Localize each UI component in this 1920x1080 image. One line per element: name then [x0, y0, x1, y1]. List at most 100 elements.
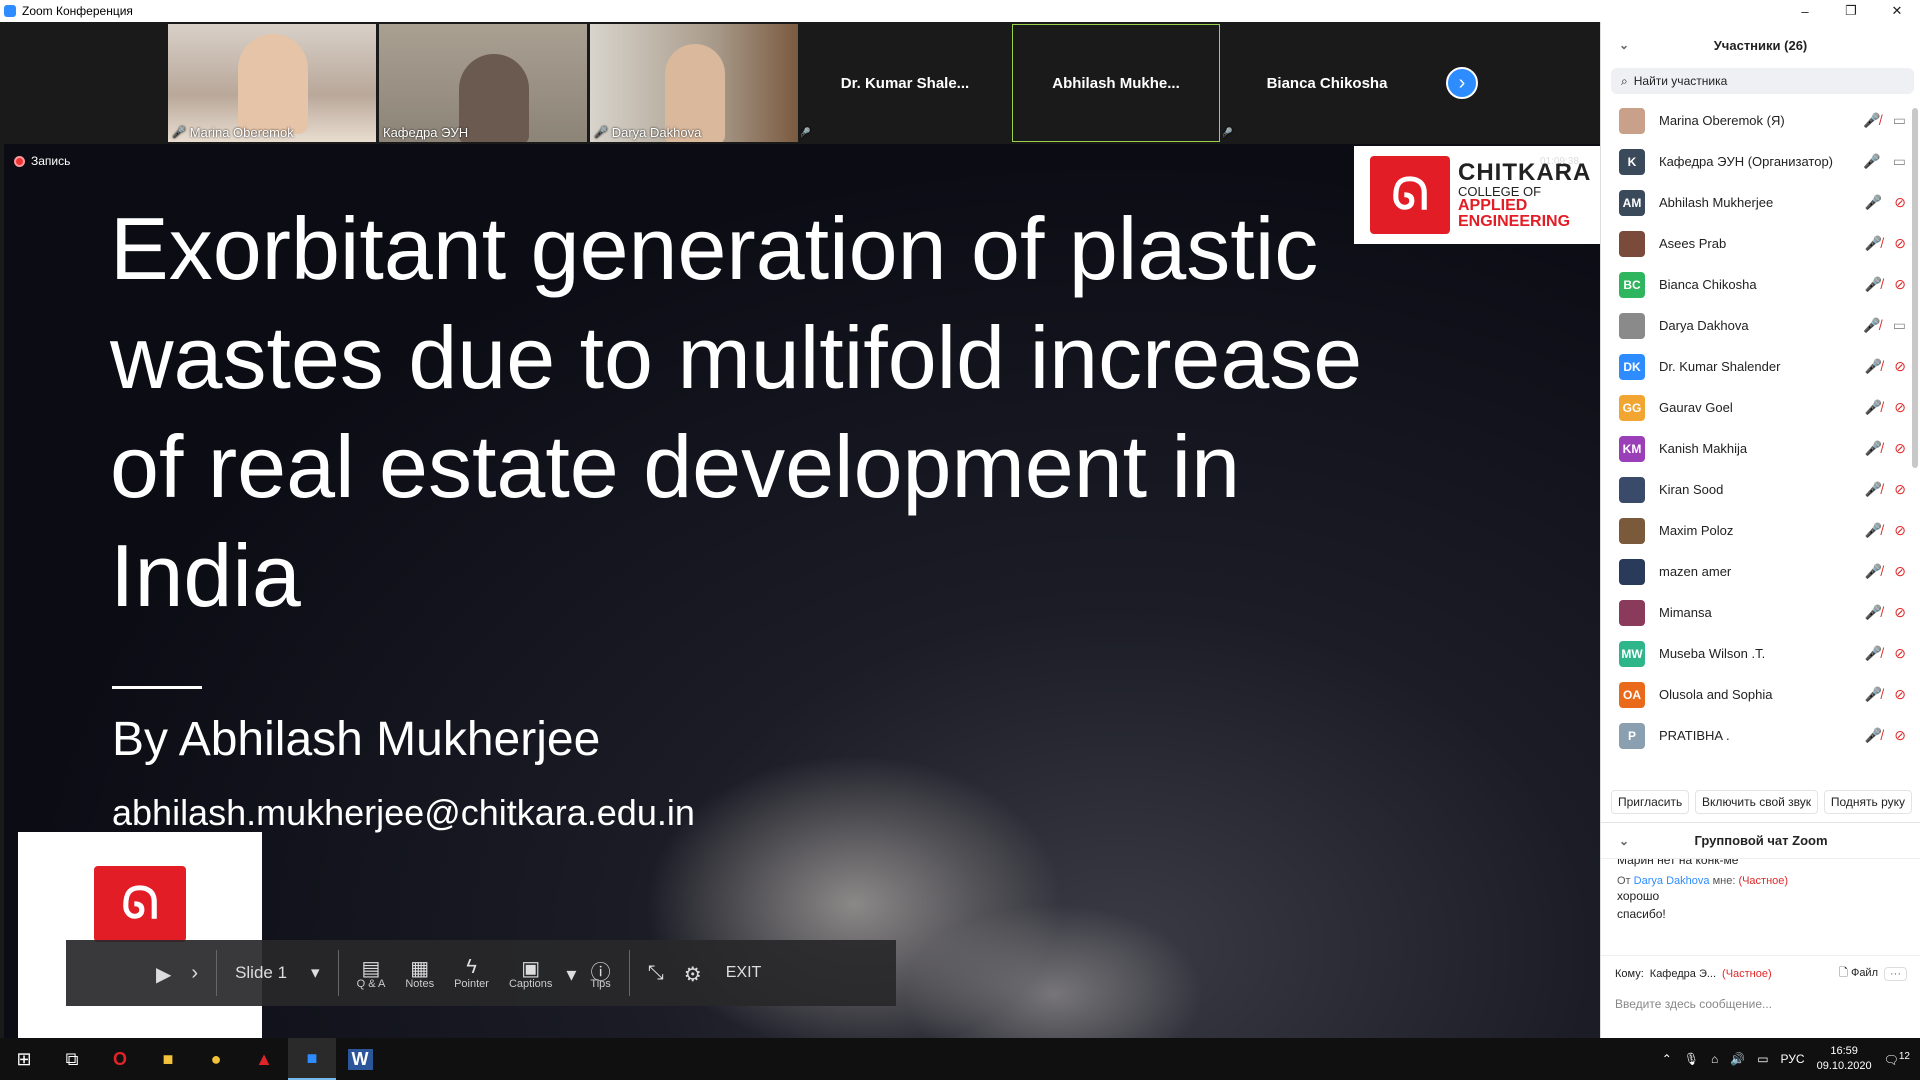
mic-icon[interactable]: 🎤: [1863, 153, 1880, 170]
participant-row[interactable]: mazen amer 🎤̸ ⊘: [1601, 551, 1920, 592]
camera-off-icon[interactable]: ⊘: [1894, 358, 1906, 375]
file-explorer-taskbar-button[interactable]: ■: [144, 1038, 192, 1080]
mic-muted-icon[interactable]: 🎤̸: [1865, 276, 1882, 293]
participant-row[interactable]: Marina Oberemok (Я) 🎤̸ ▭: [1601, 100, 1920, 141]
camera-off-icon[interactable]: ⊘: [1894, 481, 1906, 498]
mic-muted-icon[interactable]: 🎤̸: [1865, 399, 1882, 416]
more-options-button[interactable]: ···: [1884, 966, 1907, 981]
language-indicator[interactable]: РУС: [1781, 1052, 1805, 1066]
participant-row[interactable]: Asees Prab 🎤̸ ⊘: [1601, 223, 1920, 264]
camera-off-icon[interactable]: ⊘: [1894, 276, 1906, 293]
exit-fullscreen-button[interactable]: ⤡: [648, 962, 664, 984]
microphone-icon[interactable]: 🎙: [1684, 1052, 1699, 1066]
camera-off-icon[interactable]: ⊘: [1894, 604, 1906, 621]
camera-icon[interactable]: ▭: [1893, 112, 1906, 129]
notes-button[interactable]: ▦ Notes: [405, 956, 434, 990]
participant-row[interactable]: Kiran Sood 🎤̸ ⊘: [1601, 469, 1920, 510]
close-button[interactable]: ✕: [1874, 0, 1920, 22]
display-icon[interactable]: ▭: [1757, 1052, 1768, 1066]
video-tile[interactable]: 🎤 Darya Dakhova: [590, 24, 798, 142]
clock[interactable]: 16:59 09.10.2020: [1817, 1044, 1872, 1074]
file-button[interactable]: 🗋 Файл: [1839, 964, 1878, 983]
network-icon[interactable]: ⌂: [1711, 1052, 1718, 1066]
video-tile[interactable]: 🎤 Dr. Kumar Shale...: [801, 24, 1009, 142]
invite-button[interactable]: Пригласить: [1611, 790, 1690, 814]
mic-muted-icon[interactable]: 🎤̸: [1865, 727, 1882, 744]
camera-off-icon[interactable]: ⊘: [1894, 645, 1906, 662]
camera-off-icon[interactable]: ⊘: [1894, 194, 1906, 211]
word-taskbar-button[interactable]: W: [336, 1038, 384, 1080]
mic-muted-icon[interactable]: 🎤̸: [1863, 112, 1880, 129]
mic-muted-icon[interactable]: 🎤̸: [1865, 235, 1882, 252]
camera-off-icon[interactable]: ⊘: [1894, 235, 1906, 252]
camera-off-icon[interactable]: ⊘: [1894, 727, 1906, 744]
mic-muted-icon[interactable]: 🎤̸: [1863, 317, 1880, 334]
notifications-button[interactable]: 🗨12: [1884, 1051, 1910, 1067]
restore-button[interactable]: ❐: [1828, 0, 1874, 22]
chat-title: Групповой чат Zoom: [1694, 833, 1828, 848]
volume-icon[interactable]: 🔊: [1730, 1052, 1745, 1066]
chevron-down-icon[interactable]: ⌄: [1619, 834, 1629, 848]
participant-row[interactable]: MW Museba Wilson .T. 🎤̸ ⊘: [1601, 633, 1920, 674]
qa-button[interactable]: ▤ Q & A: [357, 956, 386, 990]
participant-row[interactable]: BC Bianca Chikosha 🎤̸ ⊘: [1601, 264, 1920, 305]
participant-row[interactable]: Darya Dakhova 🎤̸ ▭: [1601, 305, 1920, 346]
participant-row[interactable]: DK Dr. Kumar Shalender 🎤̸ ⊘: [1601, 346, 1920, 387]
participant-scrollbar[interactable]: [1912, 108, 1918, 468]
task-view-button[interactable]: ⧉: [48, 1038, 96, 1080]
participant-row[interactable]: AM Abhilash Mukherjee 🎤 ⊘: [1601, 182, 1920, 223]
recipient-select[interactable]: Кафедра Э...: [1650, 968, 1716, 980]
acrobat-taskbar-button[interactable]: ▲: [240, 1038, 288, 1080]
next-slide-button[interactable]: ›: [191, 962, 198, 984]
captions-button[interactable]: ▣ Captions: [509, 956, 552, 990]
video-tile[interactable]: Кафедра ЭУН: [379, 24, 587, 142]
pointer-button[interactable]: ϟ Pointer: [454, 956, 489, 990]
participant-row[interactable]: K Кафедра ЭУН (Организатор) 🎤 ▭: [1601, 141, 1920, 182]
participant-row[interactable]: Maxim Poloz 🎤̸ ⊘: [1601, 510, 1920, 551]
sender-name[interactable]: Darya Dakhova: [1634, 875, 1710, 887]
participant-row[interactable]: KM Kanish Makhija 🎤̸ ⊘: [1601, 428, 1920, 469]
slide-selector[interactable]: Slide 1 ▾: [225, 963, 330, 983]
play-button[interactable]: ▶: [156, 962, 171, 986]
participant-search-input[interactable]: ⌕ Найти участника: [1611, 68, 1914, 94]
chat-message-input[interactable]: Введите здесь сообщение...: [1601, 991, 1920, 1017]
next-page-button[interactable]: ›: [1446, 67, 1478, 99]
mic-icon[interactable]: 🎤: [1865, 194, 1882, 211]
chrome-taskbar-button[interactable]: ●: [192, 1038, 240, 1080]
chevron-up-icon[interactable]: ⌃: [1662, 1052, 1672, 1066]
settings-button[interactable]: ⚙: [684, 962, 702, 986]
zoom-taskbar-button[interactable]: ■: [288, 1038, 336, 1080]
mic-muted-icon[interactable]: 🎤̸: [1865, 481, 1882, 498]
mic-muted-icon[interactable]: 🎤̸: [1865, 522, 1882, 539]
camera-icon[interactable]: ▭: [1893, 317, 1906, 334]
raise-hand-button[interactable]: Поднять руку: [1823, 790, 1912, 814]
video-tile[interactable]: 🎤 Marina Oberemok: [168, 24, 376, 142]
participant-row[interactable]: OA Olusola and Sophia 🎤̸ ⊘: [1601, 674, 1920, 715]
start-button[interactable]: ⊞: [0, 1038, 48, 1080]
minimize-button[interactable]: –: [1782, 0, 1828, 22]
camera-icon[interactable]: ▭: [1893, 153, 1906, 170]
participant-row[interactable]: Mimansa 🎤̸ ⊘: [1601, 592, 1920, 633]
mic-muted-icon[interactable]: 🎤̸: [1865, 440, 1882, 457]
camera-off-icon[interactable]: ⊘: [1894, 563, 1906, 580]
camera-off-icon[interactable]: ⊘: [1894, 399, 1906, 416]
video-tile[interactable]: 🎤 Bianca Chikosha: [1223, 24, 1431, 142]
camera-off-icon[interactable]: ⊘: [1894, 440, 1906, 457]
chevron-down-icon[interactable]: ⌄: [1619, 38, 1629, 52]
tips-button[interactable]: ⓘ Tips: [590, 956, 610, 990]
mic-muted-icon[interactable]: 🎤̸: [1865, 686, 1882, 703]
unmute-self-button[interactable]: Включить свой звук: [1695, 790, 1819, 814]
camera-off-icon[interactable]: ⊘: [1894, 522, 1906, 539]
video-tile-active-speaker[interactable]: Abhilash Mukhe...: [1012, 24, 1220, 142]
camera-off-icon[interactable]: ⊘: [1894, 686, 1906, 703]
participant-row[interactable]: P PRATIBHA . 🎤̸ ⊘: [1601, 715, 1920, 756]
mic-muted-icon[interactable]: 🎤̸: [1865, 604, 1882, 621]
avatar: KM: [1619, 435, 1645, 462]
captions-dropdown[interactable]: ▾: [566, 962, 576, 986]
mic-muted-icon[interactable]: 🎤̸: [1865, 563, 1882, 580]
mic-muted-icon[interactable]: 🎤̸: [1865, 645, 1882, 662]
participant-row[interactable]: GG Gaurav Goel 🎤̸ ⊘: [1601, 387, 1920, 428]
opera-taskbar-button[interactable]: O: [96, 1038, 144, 1080]
mic-muted-icon[interactable]: 🎤̸: [1865, 358, 1882, 375]
exit-button[interactable]: EXIT: [726, 964, 762, 982]
